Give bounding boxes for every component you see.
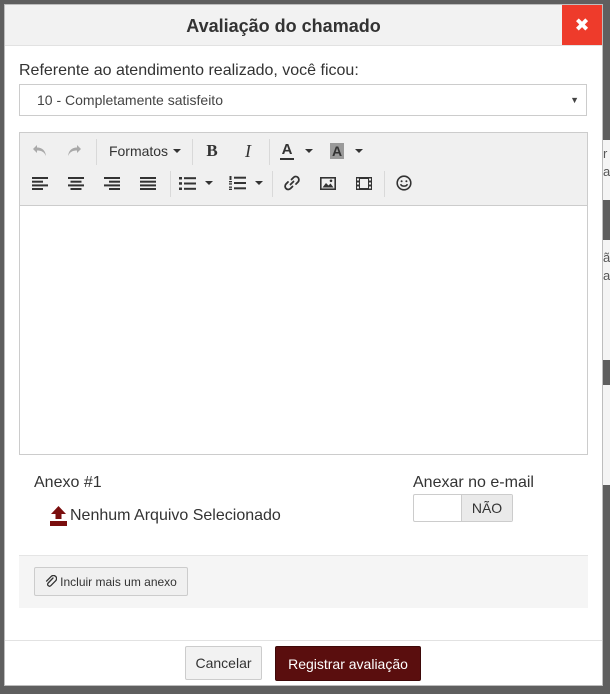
align-center-icon (68, 176, 84, 190)
attach-email-label: Anexar no e-mail (413, 474, 534, 491)
chevron-down-icon (173, 149, 182, 153)
numbered-list-button[interactable] (226, 169, 248, 197)
toolbar-separator (96, 139, 97, 165)
text-color-bar (280, 158, 294, 160)
image-icon (320, 176, 336, 190)
backdrop-panel: ã a (603, 240, 610, 360)
formats-label: Formatos (108, 143, 169, 159)
bold-button[interactable]: B (200, 137, 224, 165)
toolbar-row-1: Formatos B I A A (20, 137, 587, 169)
link-icon (284, 175, 300, 191)
attachment-footer: Incluir mais um anexo (19, 555, 588, 608)
undo-icon (33, 145, 46, 156)
bullet-list-icon (178, 176, 196, 190)
insert-media-button[interactable] (352, 169, 376, 197)
rich-text-editor: Formatos B I A A (19, 132, 588, 455)
attachment-panel: Anexo #1 Nenhum Arquivo Selecionado Anex… (19, 463, 588, 608)
align-justify-button[interactable] (136, 169, 160, 197)
backdrop-panel: r a (603, 140, 610, 200)
paperclip-icon (46, 575, 58, 587)
rating-select[interactable]: 10 - Completamente satisfeito ▼ (19, 84, 587, 116)
dialog-header: Avaliação do chamado ✖ (5, 5, 602, 46)
align-center-button[interactable] (64, 169, 88, 197)
align-left-button[interactable] (28, 169, 52, 197)
attach-email-toggle[interactable]: NÃO (413, 494, 513, 522)
submit-rating-button[interactable]: Registrar avaliação (275, 646, 421, 681)
insert-link-button[interactable] (280, 169, 304, 197)
cancel-button[interactable]: Cancelar (185, 646, 262, 680)
text-color-button[interactable]: A (276, 137, 298, 165)
toolbar-separator (269, 139, 270, 165)
background-color-dropdown[interactable] (352, 137, 366, 165)
text-color-icon: A (281, 141, 293, 158)
chevron-down-icon (205, 181, 213, 185)
redo-button[interactable] (62, 137, 86, 165)
redo-icon (68, 145, 81, 156)
rating-label: Referente ao atendimento realizado, você… (19, 62, 359, 79)
close-icon: ✖ (574, 14, 590, 35)
add-attachment-button[interactable]: Incluir mais um anexo (34, 567, 188, 596)
text-color-dropdown[interactable] (302, 137, 316, 165)
dialog-title: Avaliação do chamado (186, 16, 381, 36)
align-justify-icon (140, 176, 156, 190)
align-right-button[interactable] (100, 169, 124, 197)
insert-emoticon-button[interactable] (392, 169, 416, 197)
rating-dialog: Avaliação do chamado ✖ Referente ao aten… (4, 4, 603, 686)
file-select-label: Nenhum Arquivo Selecionado (70, 507, 281, 524)
italic-icon: I (245, 140, 251, 161)
toolbar-row-2 (20, 169, 587, 201)
chevron-down-icon (355, 149, 363, 153)
align-right-icon (104, 176, 120, 190)
editor-content-area[interactable] (20, 206, 587, 454)
insert-image-button[interactable] (316, 169, 340, 197)
close-button[interactable]: ✖ (562, 5, 602, 45)
bold-icon: B (206, 141, 218, 160)
editor-toolbar: Formatos B I A A (20, 133, 587, 206)
numbered-list-icon (228, 176, 246, 190)
file-select-button[interactable]: Nenhum Arquivo Selecionado (49, 505, 281, 527)
backdrop-text: a (603, 164, 610, 179)
toolbar-separator (272, 171, 273, 197)
attachment-title: Anexo #1 (34, 474, 102, 491)
rating-selected-value: 10 - Completamente satisfeito (37, 92, 223, 108)
italic-button[interactable]: I (236, 137, 260, 165)
chevron-down-icon (255, 181, 263, 185)
backdrop-text: r (603, 146, 608, 161)
emoticon-icon (396, 175, 412, 191)
numbered-list-dropdown[interactable] (252, 169, 266, 197)
chevron-down-icon (305, 149, 313, 153)
bullet-list-dropdown[interactable] (202, 169, 216, 197)
toolbar-separator (384, 171, 385, 197)
undo-button[interactable] (28, 137, 52, 165)
select-caret-icon: ▼ (570, 95, 579, 105)
media-icon (356, 176, 372, 190)
toolbar-separator (192, 139, 193, 165)
add-attachment-label: Incluir mais um anexo (60, 574, 177, 589)
bullet-list-button[interactable] (176, 169, 198, 197)
footer-divider (5, 640, 602, 641)
toggle-state: NÃO (461, 495, 512, 521)
background-color-icon: A (329, 143, 345, 159)
formats-dropdown[interactable]: Formatos (106, 137, 184, 165)
toolbar-separator (170, 171, 171, 197)
backdrop-text: ã (603, 250, 610, 265)
attachment-row: Anexo #1 Nenhum Arquivo Selecionado Anex… (19, 463, 588, 555)
background-color-button[interactable]: A (326, 137, 348, 165)
align-left-icon (32, 176, 48, 190)
upload-icon (50, 506, 67, 526)
backdrop-panel (603, 385, 610, 485)
backdrop-text: a (603, 268, 610, 283)
